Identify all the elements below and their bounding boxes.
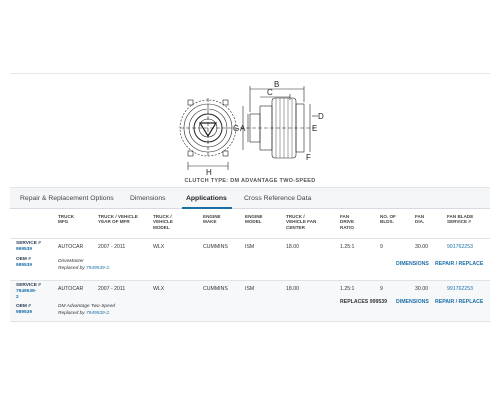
row-divider xyxy=(10,238,490,239)
tab-repair-replacement-options[interactable]: Repair & Replacement Options xyxy=(20,195,114,202)
replaced-by-prefix: Replaced by xyxy=(58,311,86,316)
fan-blade-service-link[interactable]: 991762253 xyxy=(447,286,473,292)
dimension-label-g: G xyxy=(233,124,239,133)
replaced-by-note: Replaced by 7949539-2. xyxy=(58,311,110,316)
tab-bar: Repair & Replacement Options Dimensions … xyxy=(10,187,490,209)
oem-number-label: OEM # xyxy=(16,257,31,262)
product-name: DriveMaster xyxy=(58,259,84,264)
cell-truck-mfg: AUTOCAR xyxy=(58,244,84,250)
service-number-link[interactable]: 7949539- xyxy=(16,289,36,295)
product-name: DM Advantage Two-Speed xyxy=(58,304,116,309)
dimension-label-d: D xyxy=(318,112,324,121)
replaced-by-suffix: . xyxy=(108,266,111,271)
column-header-drive-ratio: FAN DRIVE RATIO xyxy=(340,214,355,230)
service-number-link-suffix[interactable]: 2 xyxy=(16,295,19,301)
tab-cross-reference-data[interactable]: Cross Reference Data xyxy=(244,195,311,202)
clutch-technical-drawing: B C G A E D F H xyxy=(179,80,324,176)
repair-replace-button[interactable]: REPAIR / REPLACE xyxy=(435,299,483,305)
dimension-label-f: F xyxy=(306,153,311,162)
oem-number-link[interactable]: 989539 xyxy=(16,263,32,269)
service-number-link[interactable]: 999539 xyxy=(16,247,32,253)
dimensions-button[interactable]: DIMENSIONS xyxy=(396,299,429,305)
column-header-fan-dia: FAN DIA. xyxy=(415,214,425,225)
dimension-label-e: E xyxy=(312,124,317,133)
column-header-truck-mfg: TRUCK MFG xyxy=(58,214,75,225)
dimension-label-b: B xyxy=(274,80,279,89)
clutch-type-caption: CLUTCH TYPE: DM ADVANTAGE TWO-SPEED xyxy=(184,178,316,184)
cell-year: 2007 - 2011 xyxy=(98,286,126,292)
replaced-by-suffix: . xyxy=(108,311,111,316)
tab-applications[interactable]: Applications xyxy=(186,195,227,202)
service-number-label: SERVICE # xyxy=(16,241,41,246)
column-header-year: TRUCK / VEHICLE YEAR OF MFR xyxy=(98,214,138,225)
cell-engine-model: ISM xyxy=(245,286,255,292)
tab-dimensions[interactable]: Dimensions xyxy=(130,195,166,202)
cell-vehicle-model: WLX xyxy=(153,286,165,292)
technical-drawing-area: B C G A E D F H CLUTCH TYPE: DM ADVANTAG… xyxy=(10,74,490,187)
column-header-fan-center: TRUCK / VEHICLE FAN CENTER xyxy=(286,214,317,230)
cell-drive-ratio: 1.25:1 xyxy=(340,244,355,250)
cell-vehicle-model: WLX xyxy=(153,244,165,250)
column-header-vehicle-model: TRUCK / VEHICLE MODEL xyxy=(153,214,173,230)
replaced-by-link[interactable]: 7949539-2 xyxy=(86,266,109,271)
dimension-label-a: A xyxy=(240,124,246,133)
cell-blades: 9 xyxy=(380,244,383,250)
replaces-note: REPLACES 999539 xyxy=(340,299,387,305)
oem-number-link[interactable]: 989539 xyxy=(16,310,32,316)
replaced-by-prefix: Replaced by xyxy=(58,266,86,271)
cell-engine-make: CUMMINS xyxy=(203,244,228,250)
cell-blades: 9 xyxy=(380,286,383,292)
column-header-blades: NO. OF BLDS. xyxy=(380,214,396,225)
cell-fan-dia: 30.00 xyxy=(415,286,428,292)
replaced-by-link[interactable]: 7949539-2 xyxy=(86,311,109,316)
replaced-by-note: Replaced by 7949539-2. xyxy=(58,266,110,271)
dimension-label-h: H xyxy=(206,168,212,176)
column-header-engine-make: ENGINE MAKE xyxy=(203,214,221,225)
product-panel: B C G A E D F H CLUTCH TYPE: DM ADVANTAG… xyxy=(10,73,490,325)
cell-fan-dia: 30.00 xyxy=(415,244,428,250)
dimensions-button[interactable]: DIMENSIONS xyxy=(396,261,429,267)
cell-drive-ratio: 1.25:1 xyxy=(340,286,355,292)
cell-engine-make: CUMMINS xyxy=(203,286,228,292)
oem-number-label: OEM # xyxy=(16,304,31,309)
active-tab-indicator xyxy=(182,207,232,209)
cell-year: 2007 - 2011 xyxy=(98,244,126,250)
row-divider xyxy=(10,321,490,322)
cell-truck-mfg: AUTOCAR xyxy=(58,286,84,292)
column-header-fan-blade-service: FAN BLADE SERVICE # xyxy=(447,214,474,225)
repair-replace-button[interactable]: REPAIR / REPLACE xyxy=(435,261,483,267)
cell-engine-model: ISM xyxy=(245,244,255,250)
fan-blade-service-link[interactable]: 991762253 xyxy=(447,244,473,250)
service-number-label: SERVICE # xyxy=(16,283,41,288)
cell-fan-center: 18.00 xyxy=(286,286,299,292)
cell-fan-center: 18.00 xyxy=(286,244,299,250)
dimension-label-c: C xyxy=(267,88,273,97)
column-header-engine-model: ENGINE MODEL xyxy=(245,214,263,225)
